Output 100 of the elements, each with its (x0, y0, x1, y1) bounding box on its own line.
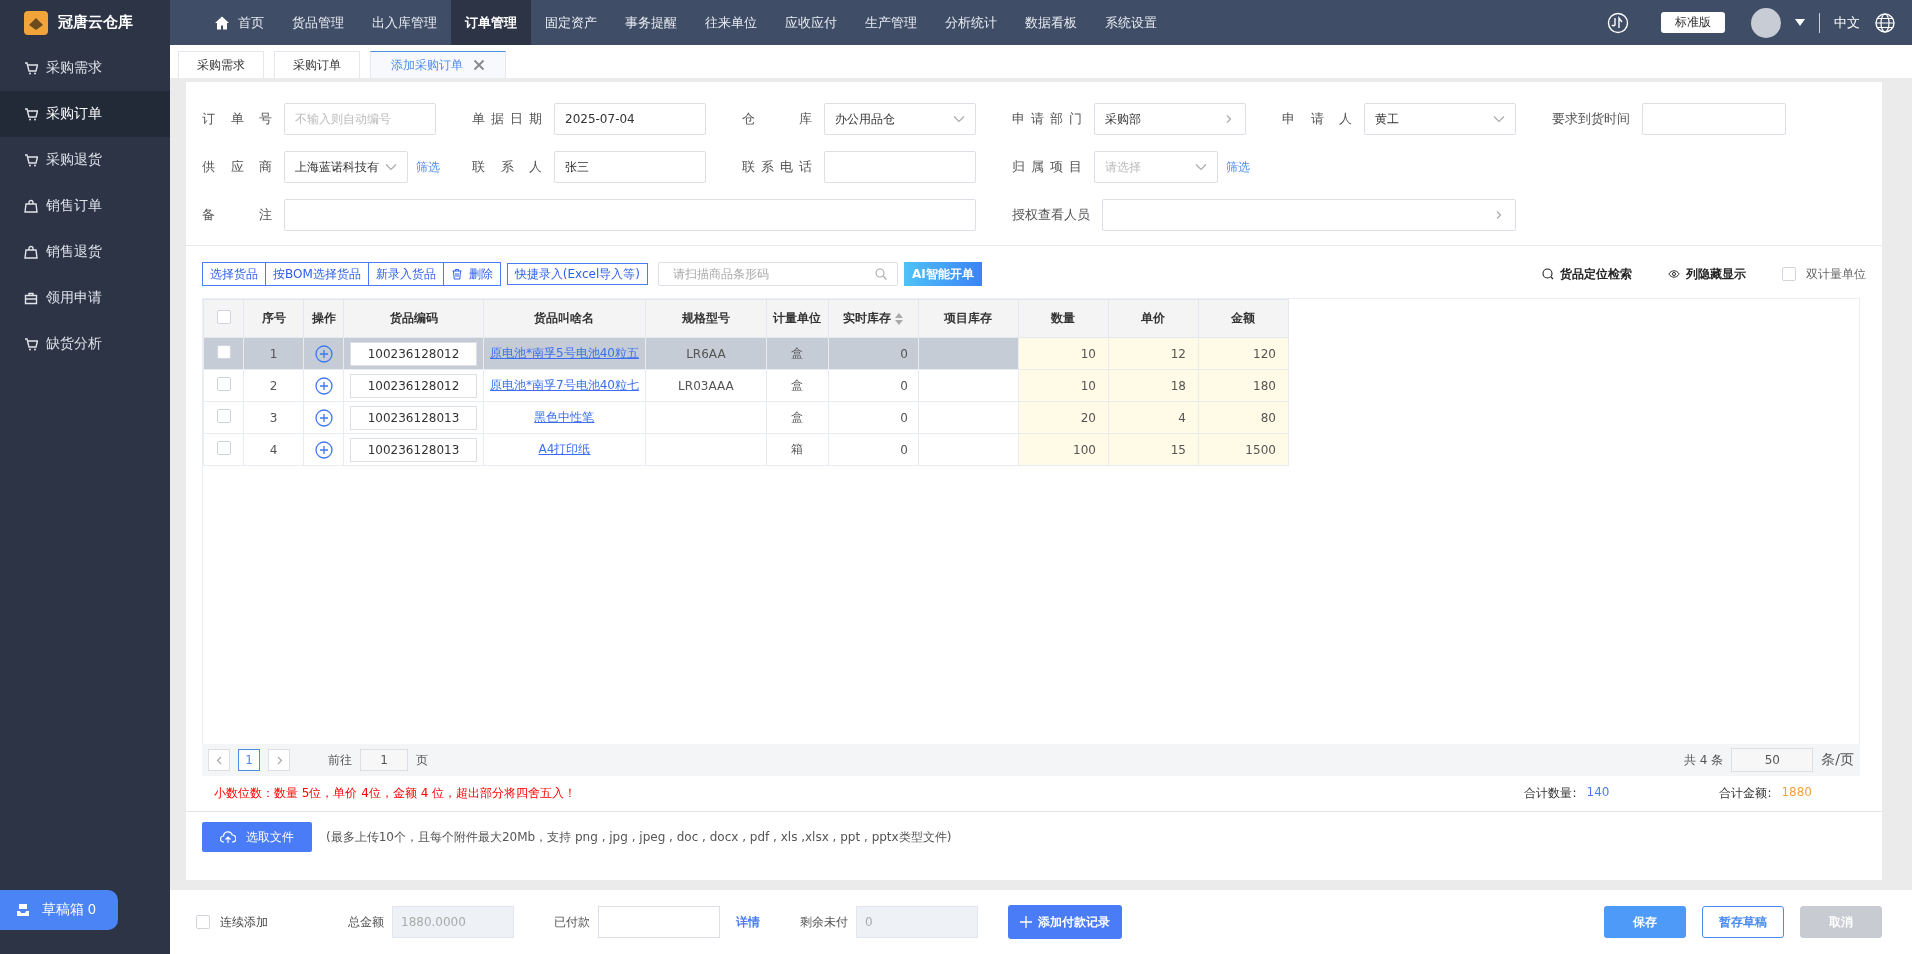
selected-row[interactable]: 1 100236128012 原电池*南孚5号电池40粒五 LR6AA 盒 0 10 12 120 (203, 337, 1289, 370)
upload-button[interactable]: 选取文件 (202, 822, 312, 852)
quantity-cell[interactable]: 10 (1018, 337, 1109, 370)
amount-cell: 120 (1198, 337, 1289, 370)
quick-entry-button[interactable]: 快捷录入(Excel导入等) (506, 263, 648, 285)
row-checkbox[interactable] (216, 409, 231, 423)
quantity-cell[interactable]: 100 (1018, 433, 1109, 466)
code-input[interactable]: 100236128013 (350, 437, 477, 462)
language-text: 中文 (1834, 13, 1860, 32)
select-all-checkbox[interactable] (216, 310, 231, 324)
add-circle-icon (314, 440, 333, 459)
table-cell: 3 (243, 401, 304, 434)
row-checkbox[interactable] (216, 441, 231, 455)
nav-item[interactable]: 事务提醒 (611, 0, 691, 45)
nav-item[interactable]: 数据看板 (1011, 0, 1091, 45)
sidebar-item[interactable]: 采购订单 (0, 91, 170, 137)
code-input[interactable]: 100236128012 (350, 341, 477, 366)
details-link[interactable]: 详情 (736, 913, 760, 931)
sidebar-item[interactable]: 销售退货 (0, 229, 170, 275)
filter-link[interactable]: 筛选 (416, 158, 440, 176)
total-quantity-label: 合计数量: (1524, 785, 1577, 802)
nav-item[interactable]: 订单管理 (451, 0, 531, 45)
chevron-down-icon (385, 163, 397, 171)
input-field[interactable] (598, 906, 720, 938)
field-label: 申请部门 (1012, 110, 1082, 128)
price-cell[interactable]: 4 (1108, 401, 1199, 434)
select-field[interactable]: 黄工 (1364, 103, 1516, 135)
code-input[interactable]: 100236128013 (350, 405, 477, 430)
column-header: 数量 (1018, 299, 1109, 338)
select-field[interactable]: 上海蓝诺科技有 (284, 151, 408, 183)
select-field[interactable]: 办公用品仓 (824, 103, 976, 135)
column-header: 单价 (1108, 299, 1199, 338)
circle-logo-icon (1607, 11, 1629, 34)
page-size-field[interactable]: 50 (1731, 748, 1814, 772)
column-visibility-link[interactable]: 列隐藏显示 (1668, 265, 1746, 283)
nav-item[interactable]: 分析统计 (931, 0, 1011, 45)
sidebar-item[interactable]: 采购需求 (0, 45, 170, 91)
field-label: 剩余未付 (800, 913, 848, 931)
nav-item[interactable]: 生产管理 (851, 0, 931, 45)
sidebar-item[interactable]: 缺货分析 (0, 321, 170, 367)
input-field[interactable] (824, 151, 976, 183)
row-checkbox[interactable] (216, 345, 231, 359)
decimal-note: 小数位数：数量 5位，单价 4位，金额 4 位，超出部分将四舍五入！ (214, 785, 577, 802)
filter-link[interactable]: 筛选 (1226, 158, 1250, 176)
price-cell[interactable]: 12 (1108, 337, 1199, 370)
checkbox[interactable] (196, 915, 210, 929)
checkbox-label: 双计量单位 (1806, 265, 1866, 283)
plus-icon (1020, 916, 1032, 928)
next-page-button[interactable] (268, 749, 290, 771)
sidebar-item[interactable]: 采购退货 (0, 137, 170, 183)
checkbox[interactable] (1782, 267, 1796, 281)
amount-cell: 80 (1198, 401, 1289, 434)
table-cell: 0 (828, 401, 919, 434)
input-field[interactable] (1642, 103, 1786, 135)
nav-item[interactable]: 货品管理 (278, 0, 358, 45)
sidebar-item[interactable]: 销售订单 (0, 183, 170, 229)
code-input[interactable]: 100236128012 (350, 373, 477, 398)
drafts-button[interactable]: 草稿箱 0 (0, 890, 118, 930)
amount-cell: 180 (1198, 369, 1289, 402)
column-header: 规格型号 (645, 299, 767, 338)
avatar[interactable] (1751, 7, 1781, 38)
search-icon (875, 268, 887, 280)
nav-item[interactable]: 往来单位 (691, 0, 771, 45)
price-cell[interactable]: 15 (1108, 433, 1199, 466)
chevron-down-icon (1493, 115, 1505, 123)
home-icon (214, 14, 230, 31)
tab[interactable]: 采购订单 (274, 51, 360, 78)
search-icon (1542, 268, 1554, 280)
bag-icon (24, 245, 38, 259)
input-field[interactable]: 采购部 (1094, 103, 1246, 135)
previous-page-button[interactable] (208, 749, 230, 771)
field-label: 仓库 (742, 110, 812, 128)
page-button[interactable]: 1 (238, 749, 260, 771)
add-circle-icon (314, 376, 333, 395)
nav-item[interactable]: 首页 (200, 0, 278, 45)
column-header: 操作 (303, 299, 344, 338)
table-cell: 0 (828, 337, 919, 370)
input-field[interactable]: 张三 (554, 151, 706, 183)
chevron-left-icon (214, 755, 224, 765)
nav-item[interactable]: 出入库管理 (358, 0, 451, 45)
input-field[interactable]: 2025-07-04 (554, 103, 706, 135)
page-input[interactable]: 1 (360, 749, 408, 771)
input-field[interactable] (1102, 199, 1516, 231)
field-label: 供应商 (202, 158, 272, 176)
table-cell: 0 (828, 369, 919, 402)
tab[interactable]: 采购需求 (178, 51, 264, 78)
field-label: 总金额 (348, 913, 384, 931)
quantity-cell[interactable]: 10 (1018, 369, 1109, 402)
nav-item[interactable]: 系统设置 (1091, 0, 1171, 45)
row-checkbox[interactable] (216, 377, 231, 391)
quantity-cell[interactable]: 20 (1018, 401, 1109, 434)
sidebar-item[interactable]: 领用申请 (0, 275, 170, 321)
globe-icon (1874, 11, 1896, 34)
price-cell[interactable]: 18 (1108, 369, 1199, 402)
input-field[interactable] (284, 199, 976, 231)
nav-item[interactable]: 应收应付 (771, 0, 851, 45)
field-label: 申请人 (1282, 110, 1352, 128)
add-payment-button[interactable]: 添加付款记录 (1008, 905, 1122, 939)
locate-link[interactable]: 货品定位检索 (1542, 265, 1632, 283)
nav-item[interactable]: 固定资产 (531, 0, 611, 45)
